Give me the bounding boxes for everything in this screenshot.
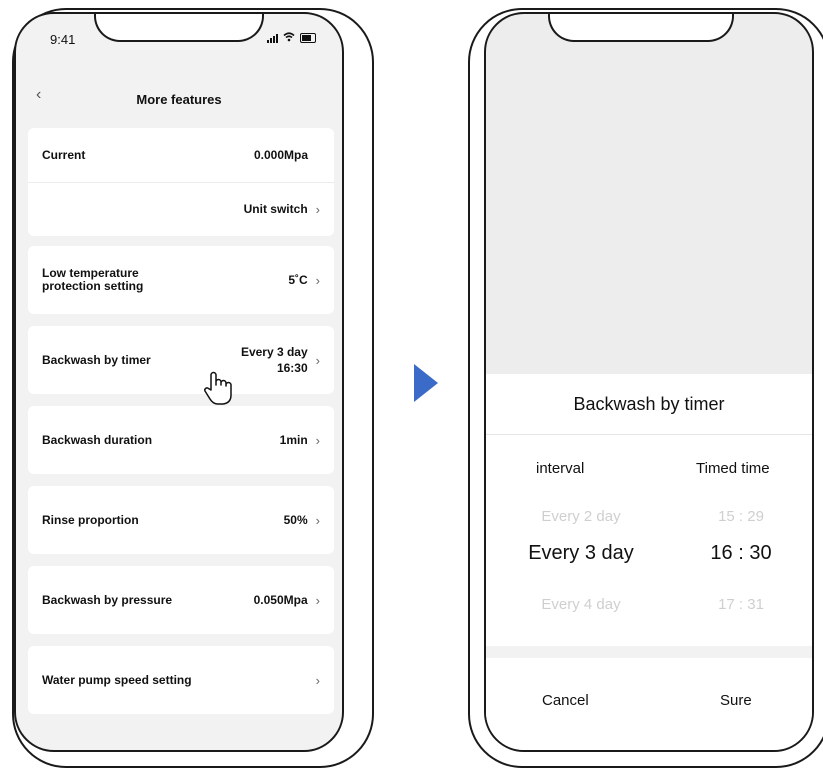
wifi-icon <box>283 31 295 45</box>
status-icons <box>267 31 316 45</box>
low-temp-value: 5˚C <box>288 273 308 287</box>
chevron-right-icon: › <box>315 672 320 688</box>
backwash-timer-interval: Every 3 day <box>240 345 308 359</box>
time-option-selected[interactable]: 16 : 30 <box>676 542 806 565</box>
pump-speed-row[interactable]: Water pump speed setting › <box>28 646 334 714</box>
sheet-separator <box>486 646 812 658</box>
phone-screen-left: 9:41 ‹ More features Current 0.000Mpa Un… <box>14 12 344 752</box>
current-row: Current 0.000Mpa <box>28 128 334 182</box>
phone-screen-right: Backwash by timer interval Timed time Ev… <box>484 12 814 752</box>
page-title: More features <box>136 92 222 107</box>
backwash-timer-card[interactable]: Backwash by timer Every 3 day 16:30 › <box>28 326 334 394</box>
time-option[interactable]: 17 : 31 <box>676 596 806 613</box>
low-temp-card[interactable]: Low temperature protection setting 5˚C › <box>28 246 334 314</box>
time-column-header: Timed time <box>696 460 770 477</box>
backwash-duration-row[interactable]: Backwash duration 1min › <box>28 406 334 474</box>
time-option[interactable]: 15 : 29 <box>676 508 806 525</box>
chevron-right-icon: › <box>315 272 320 288</box>
phone-notch <box>548 14 734 42</box>
current-value: 0.000Mpa <box>253 148 308 162</box>
rinse-row[interactable]: Rinse proportion 50% › <box>28 486 334 554</box>
pump-speed-label: Water pump speed setting <box>42 673 192 687</box>
cancel-button[interactable]: Cancel <box>542 692 589 709</box>
chevron-right-icon: › <box>315 592 320 608</box>
backwash-timer-time: 16:30 <box>276 361 308 375</box>
next-arrow-icon <box>414 364 438 402</box>
low-temp-row[interactable]: Low temperature protection setting 5˚C › <box>28 246 334 314</box>
status-time: 9:41 <box>50 32 76 47</box>
low-temp-label-line2: protection setting <box>42 279 144 293</box>
rinse-card[interactable]: Rinse proportion 50% › <box>28 486 334 554</box>
current-label: Current <box>42 148 86 162</box>
interval-option-selected[interactable]: Every 3 day <box>506 542 656 565</box>
hand-pointer-icon <box>202 370 234 413</box>
divider <box>486 434 812 435</box>
backwash-pressure-card[interactable]: Backwash by pressure 0.050Mpa › <box>28 566 334 634</box>
backwash-duration-card[interactable]: Backwash duration 1min › <box>28 406 334 474</box>
picker-title: Backwash by timer <box>573 394 725 414</box>
backwash-duration-label: Backwash duration <box>42 433 153 447</box>
phone-notch <box>94 14 264 42</box>
backwash-pressure-label: Backwash by pressure <box>42 593 173 607</box>
chevron-right-icon: › <box>315 432 320 448</box>
unit-switch-label: Unit switch <box>243 202 308 216</box>
interval-column-header: interval <box>536 460 585 477</box>
backwash-pressure-row[interactable]: Backwash by pressure 0.050Mpa › <box>28 566 334 634</box>
chevron-right-icon: › <box>315 512 320 528</box>
pressure-card: Current 0.000Mpa Unit switch › <box>28 128 334 236</box>
interval-option[interactable]: Every 4 day <box>506 596 656 613</box>
rinse-value: 50% <box>283 513 308 527</box>
pump-speed-card[interactable]: Water pump speed setting › <box>28 646 334 714</box>
chevron-right-icon: › <box>315 352 320 368</box>
signal-icon <box>267 33 278 43</box>
backwash-duration-value: 1min <box>279 433 308 447</box>
unit-switch-row[interactable]: Unit switch › <box>28 182 334 236</box>
backwash-timer-label: Backwash by timer <box>42 353 151 367</box>
chevron-right-icon: › <box>315 201 320 217</box>
rinse-label: Rinse proportion <box>42 513 139 527</box>
battery-icon <box>300 33 316 43</box>
sure-button[interactable]: Sure <box>720 692 752 709</box>
backwash-timer-row[interactable]: Backwash by timer Every 3 day 16:30 › <box>28 326 334 394</box>
picker-sheet: Backwash by timer interval Timed time Ev… <box>486 374 812 750</box>
backwash-pressure-value: 0.050Mpa <box>253 593 308 607</box>
interval-option[interactable]: Every 2 day <box>506 508 656 525</box>
